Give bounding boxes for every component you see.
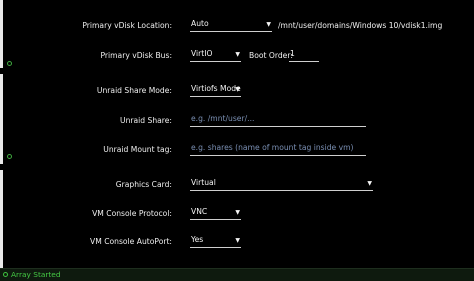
primary-vdisk-path: /mnt/user/domains/Windows 10/vdisk1.img	[278, 21, 443, 30]
boot-order-input[interactable]: 1	[289, 49, 319, 62]
primary-vdisk-bus-select[interactable]: VirtIO ▼	[190, 49, 241, 62]
status-dot-icon	[3, 272, 8, 277]
vm-console-autoport-select[interactable]: Yes ▼	[190, 235, 241, 248]
unraid-share-input[interactable]: e.g. /mnt/user/...	[190, 114, 366, 127]
circle-plus-icon[interactable]	[7, 61, 12, 66]
caret-down-icon: ▼	[367, 180, 372, 187]
select-value: VirtIO	[191, 49, 213, 58]
caret-down-icon: ▼	[235, 86, 240, 93]
input-placeholder: e.g. shares (name of mount tag inside vm…	[191, 143, 354, 152]
caret-down-icon: ▼	[235, 51, 240, 58]
vm-console-autoport-label: VM Console AutoPort:	[90, 237, 172, 246]
select-value: Yes	[191, 235, 204, 244]
select-value: Virtiofs Mode	[191, 84, 241, 93]
primary-vdisk-location-select[interactable]: Auto ▼	[190, 19, 272, 32]
section-stripe-share	[0, 74, 3, 164]
caret-down-icon: ▼	[235, 237, 240, 244]
section-stripe-graphics	[0, 170, 3, 268]
boot-order-label: Boot Order:	[249, 51, 293, 60]
unraid-share-mode-label: Unraid Share Mode:	[96, 86, 172, 95]
vm-console-protocol-select[interactable]: VNC ▼	[190, 207, 241, 220]
primary-vdisk-bus-label: Primary vDisk Bus:	[100, 51, 172, 60]
input-value: 1	[290, 49, 295, 58]
select-value: Virtual	[191, 178, 216, 187]
circle-plus-icon[interactable]	[7, 154, 12, 159]
unraid-mount-tag-label: Unraid Mount tag:	[103, 145, 172, 154]
unraid-share-label: Unraid Share:	[120, 116, 172, 125]
graphics-card-label: Graphics Card:	[115, 180, 172, 189]
status-bar: Array Started	[0, 268, 474, 281]
vm-console-protocol-label: VM Console Protocol:	[92, 209, 172, 218]
caret-down-icon: ▼	[266, 21, 271, 28]
caret-down-icon: ▼	[235, 209, 240, 216]
unraid-share-mode-select[interactable]: Virtiofs Mode ▼	[190, 84, 241, 97]
input-placeholder: e.g. /mnt/user/...	[191, 114, 255, 123]
array-status-text: Array Started	[11, 270, 61, 279]
graphics-card-select[interactable]: Virtual ▼	[190, 178, 373, 191]
section-stripe-vdisk	[0, 0, 3, 68]
unraid-mount-tag-input[interactable]: e.g. shares (name of mount tag inside vm…	[190, 143, 366, 156]
select-value: Auto	[191, 19, 209, 28]
primary-vdisk-location-label: Primary vDisk Location:	[82, 21, 172, 30]
select-value: VNC	[191, 207, 208, 216]
